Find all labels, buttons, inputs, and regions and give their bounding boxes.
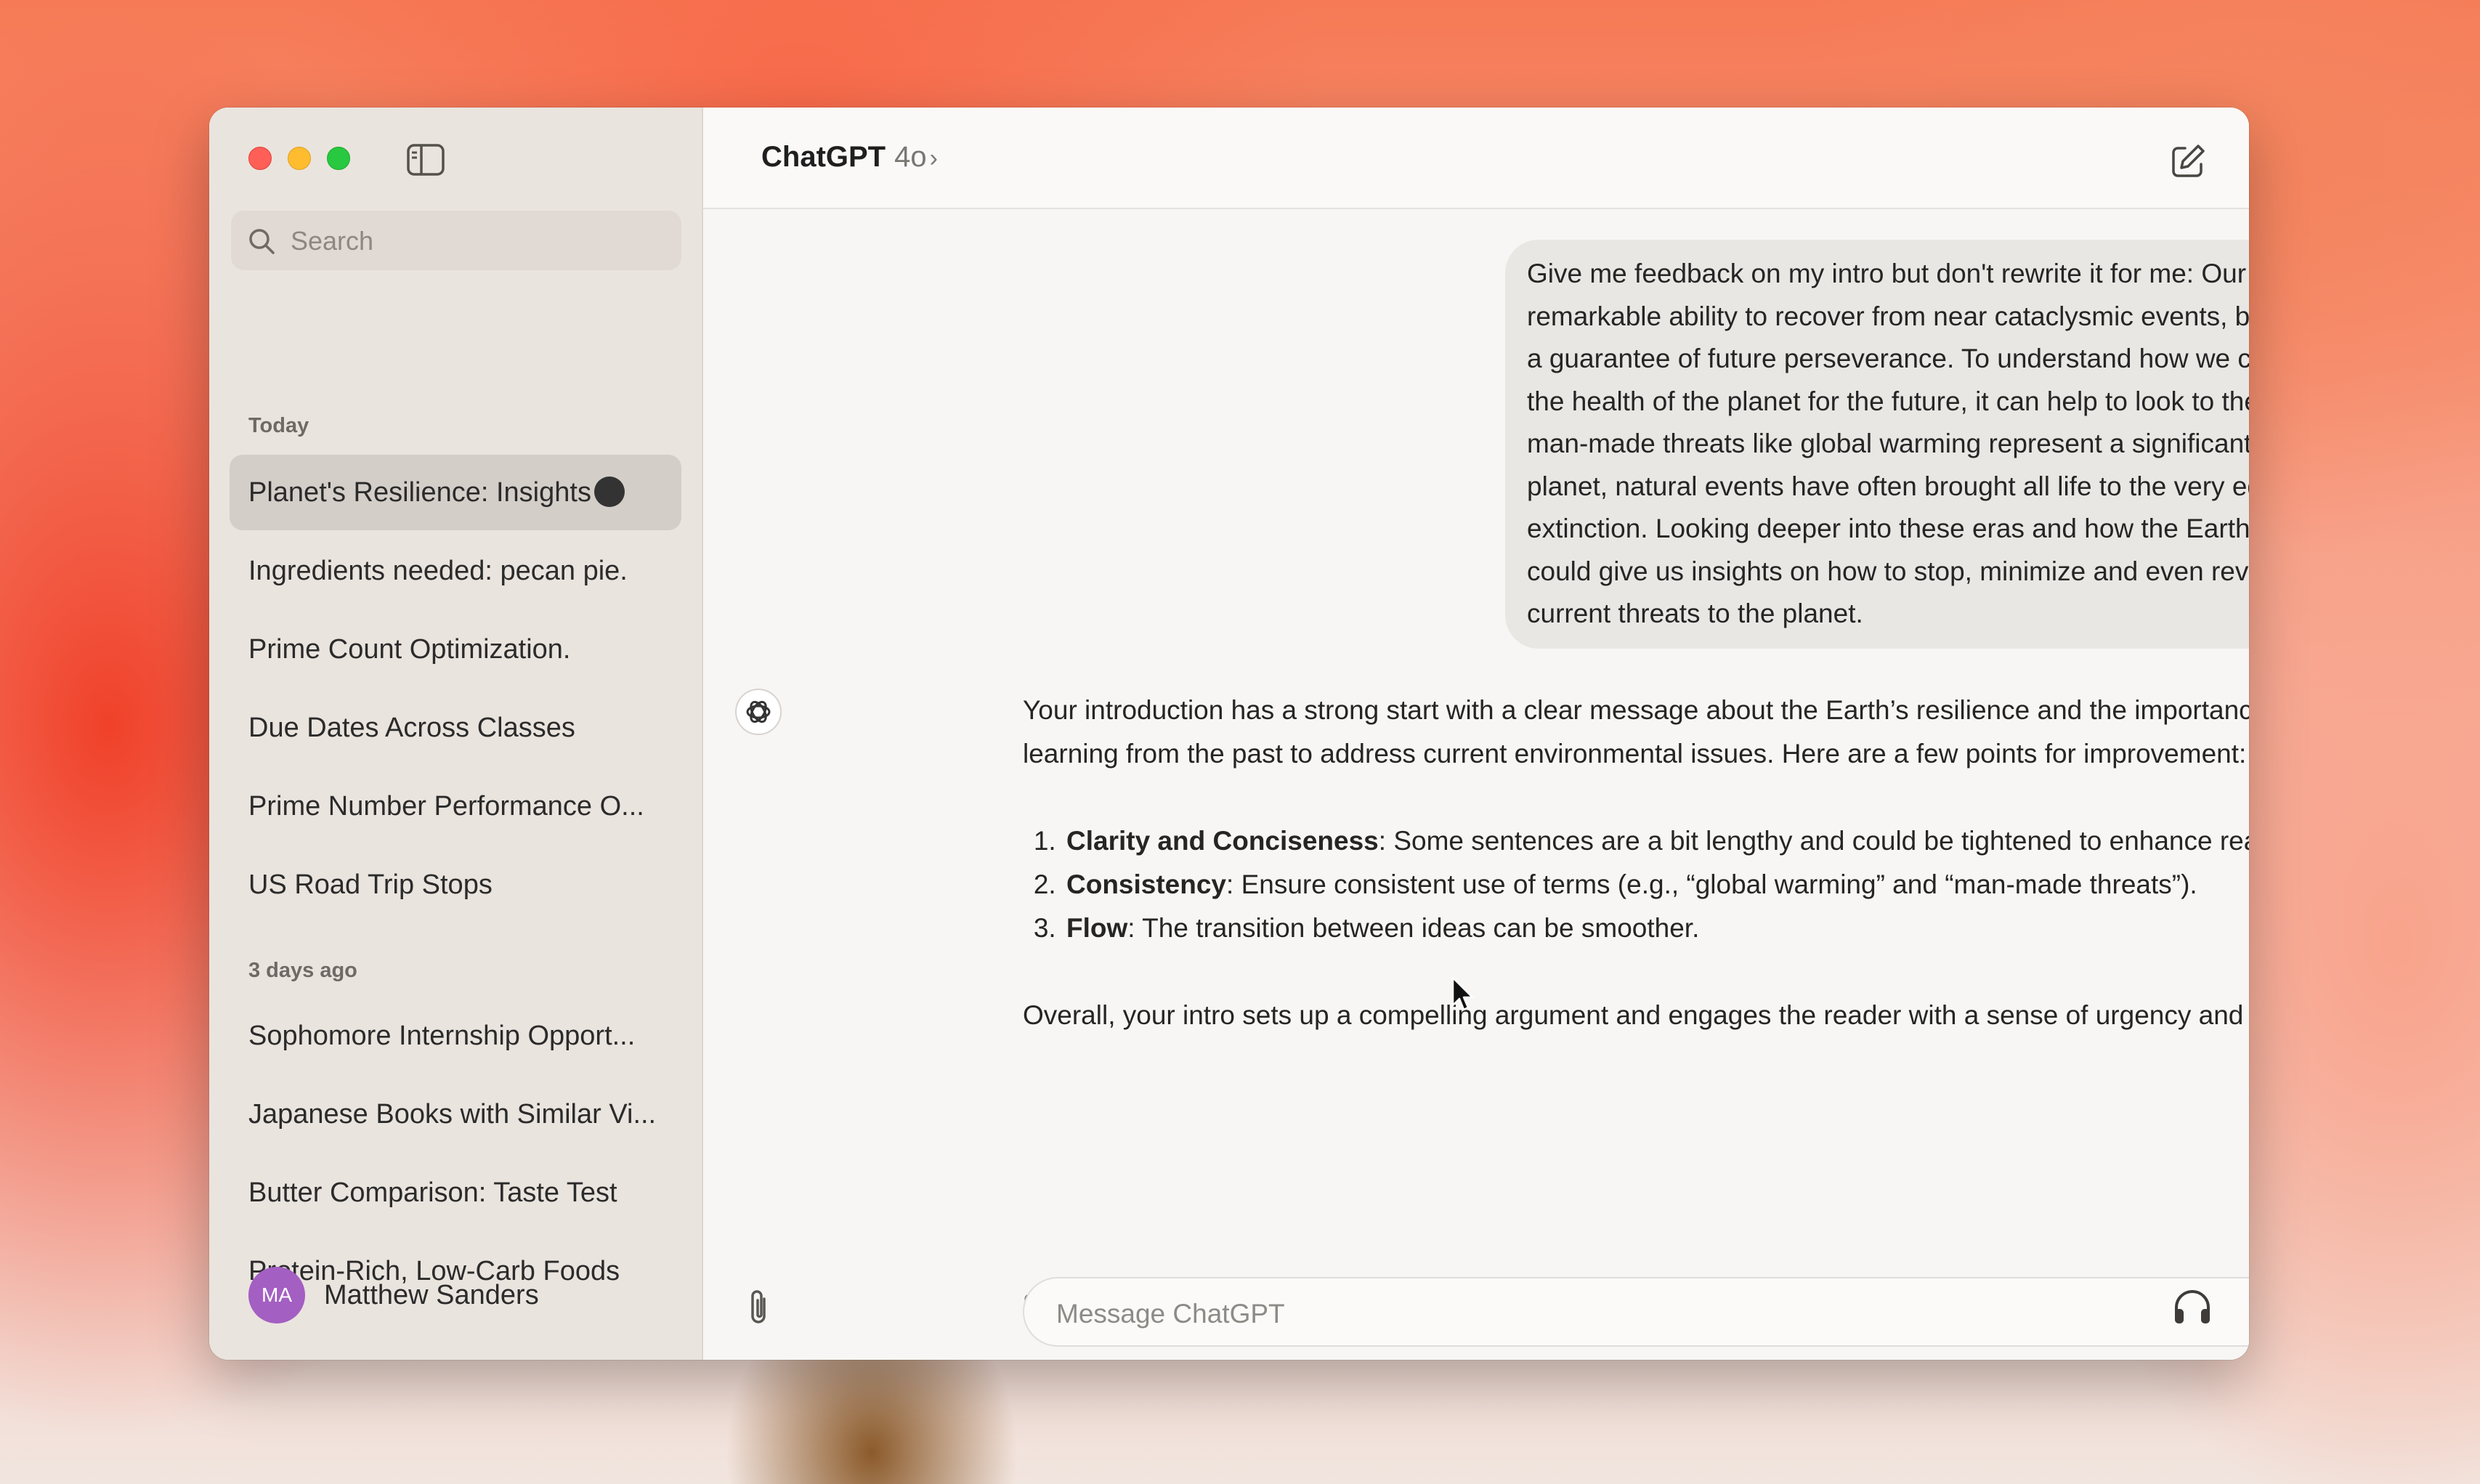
- point-title: Clarity and Conciseness: [1066, 826, 1379, 856]
- chat-item[interactable]: Prime Count Optimization.: [230, 612, 681, 687]
- chat-item-label: Planet's Resilience: Insights: [248, 477, 591, 508]
- section-label-today: Today: [248, 414, 309, 437]
- assistant-intro: Your introduction has a strong start wit…: [1023, 695, 2249, 769]
- minimize-window-button[interactable]: [288, 147, 311, 170]
- new-chat-icon[interactable]: [2169, 142, 2207, 180]
- chat-item[interactable]: Butter Comparison: Taste Test: [230, 1155, 681, 1230]
- chat-item-label: Sophomore Internship Opport...: [248, 1021, 636, 1051]
- sidebar: Today Planet's Resilience: Insights Ingr…: [209, 108, 703, 1360]
- assistant-message: Your introduction has a strong start wit…: [1023, 689, 2249, 1037]
- composer-bar: [703, 1258, 2249, 1360]
- chat-item-label: Prime Count Optimization.: [248, 634, 571, 665]
- streaming-indicator-icon: [593, 476, 625, 507]
- point-title: Consistency: [1066, 869, 1227, 899]
- point-text: : The transition between ideas can be sm…: [1127, 913, 1700, 943]
- app-title: ChatGPT: [761, 141, 886, 173]
- chatgpt-logo-icon: [735, 689, 782, 735]
- model-version: 4o: [894, 141, 927, 173]
- message-composer[interactable]: [1023, 1277, 2249, 1347]
- chat-item[interactable]: US Road Trip Stops: [230, 847, 681, 923]
- search-input[interactable]: [289, 221, 670, 261]
- list-item: Consistency: Ensure consistent use of te…: [1063, 863, 2249, 907]
- assistant-outro: Overall, your intro sets up a compelling…: [1023, 1000, 2249, 1030]
- chat-item-active[interactable]: Planet's Resilience: Insights: [230, 455, 681, 530]
- feedback-list: Clarity and Conciseness: Some sentences …: [1023, 819, 2249, 950]
- app-window: Today Planet's Resilience: Insights Ingr…: [209, 108, 2249, 1360]
- chat-item[interactable]: Due Dates Across Classes: [230, 690, 681, 766]
- point-title: Flow: [1066, 913, 1128, 943]
- list-item: Clarity and Conciseness: Some sentences …: [1063, 819, 2249, 863]
- zoom-window-button[interactable]: [327, 147, 350, 170]
- user-message-bubble: Give me feedback on my intro but don't r…: [1505, 240, 2249, 649]
- chat-item[interactable]: Prime Number Performance O...: [230, 769, 681, 844]
- paperclip-icon[interactable]: [742, 1287, 776, 1329]
- search-box[interactable]: [231, 211, 681, 270]
- list-item: Flow: The transition between ideas can b…: [1063, 907, 2249, 950]
- chat-item-label: Japanese Books with Similar Vi...: [248, 1099, 657, 1130]
- chat-item-label: Butter Comparison: Taste Test: [248, 1177, 617, 1208]
- chat-item-label: Due Dates Across Classes: [248, 713, 575, 743]
- chat-item-label: US Road Trip Stops: [248, 869, 493, 900]
- section-label-3-days-ago: 3 days ago: [248, 959, 357, 982]
- chat-item-label: Ingredients needed: pecan pie.: [248, 556, 628, 586]
- point-text: : Ensure consistent use of terms (e.g., …: [1226, 869, 2197, 899]
- main-panel: ChatGPT 4o › Give me feedback on my intro …: [703, 108, 2249, 1360]
- mouse-cursor-icon: [1451, 976, 1475, 1013]
- close-window-button[interactable]: [248, 147, 272, 170]
- chat-item[interactable]: Ingredients needed: pecan pie.: [230, 533, 681, 609]
- message-input[interactable]: [1055, 1293, 2220, 1335]
- chat-item[interactable]: Sophomore Internship Opport...: [230, 998, 681, 1074]
- top-bar: ChatGPT 4o ›: [703, 108, 2249, 209]
- point-text: : Some sentences are a bit lengthy and c…: [1378, 826, 2249, 856]
- sidebar-toggle-icon[interactable]: [407, 144, 445, 176]
- headphones-icon[interactable]: [2171, 1286, 2214, 1329]
- model-selector[interactable]: ChatGPT 4o ›: [761, 141, 938, 174]
- search-icon: [247, 227, 276, 256]
- chat-item[interactable]: Japanese Books with Similar Vi...: [230, 1076, 681, 1152]
- avatar: MA: [248, 1267, 305, 1323]
- chevron-right-icon: ›: [929, 145, 938, 172]
- chat-item-label: Prime Number Performance O...: [248, 791, 644, 822]
- user-name: Matthew Sanders: [324, 1280, 539, 1310]
